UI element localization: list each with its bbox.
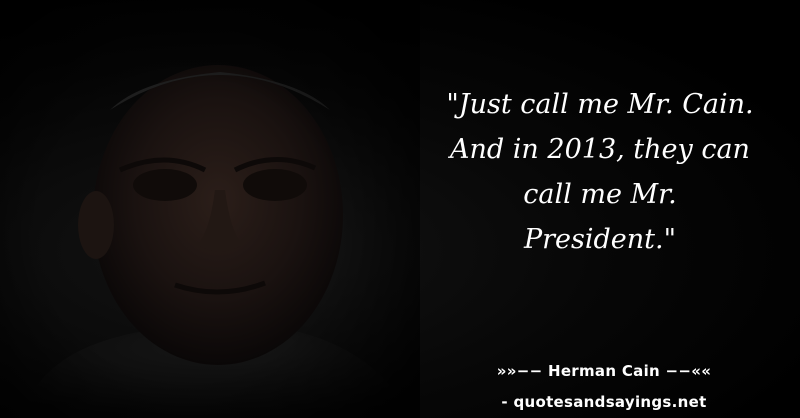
quote-image: "Just call me Mr. Cain. And in 2013, the… [0,0,800,418]
quote-text: "Just call me Mr. Cain. And in 2013, the… [400,82,800,262]
quote-line: "Just call me Mr. Cain. [446,89,754,120]
source-credit: - quotesandsayings.net [501,393,707,411]
quote-line: And in 2013, they can [450,134,750,165]
quote-line: call me Mr. [523,179,677,210]
quote-line: President." [523,224,677,255]
quote-author: »»−− Herman Cain −−«« [496,362,712,380]
portrait-photo [0,0,420,418]
